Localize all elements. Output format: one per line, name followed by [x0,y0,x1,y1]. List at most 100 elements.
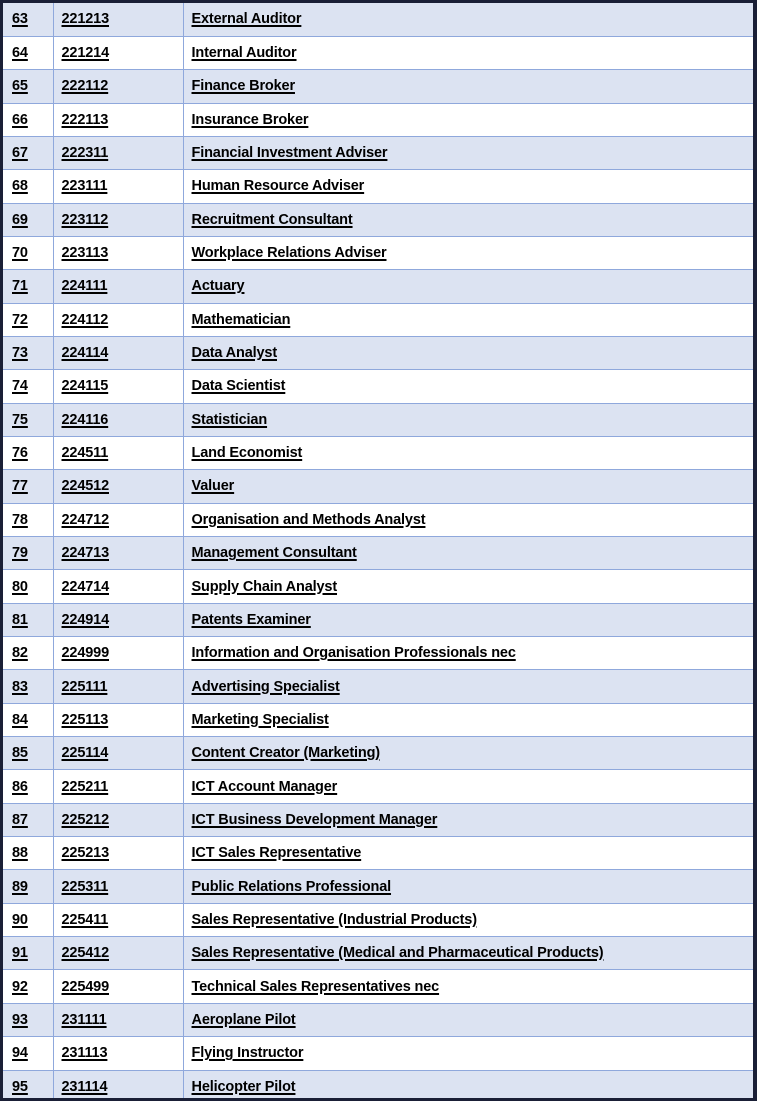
occupation-code-cell: 225412 [53,936,184,971]
occupation-code-cell-text: 221213 [61,11,110,28]
table-row: 89 225311 Public Relations Professional [3,869,753,904]
occupation-name-cell-text: Organisation and Methods Analyst [191,511,426,528]
occupation-name-cell-text: Workplace Relations Adviser [191,245,387,262]
row-index-cell-text: 86 [12,778,28,795]
occupation-code-cell: 224114 [53,336,184,371]
occupation-code-cell: 224914 [53,603,184,638]
occupation-name-cell-text: Recruitment Consultant [191,211,353,228]
occupation-name-cell: External Auditor [183,3,753,37]
occupation-table-frame: 63 221213 External Auditor 64 221214 Internal… [0,0,757,1101]
occupation-name-cell: Valuer [183,469,753,504]
row-index-cell-text: 89 [12,878,28,895]
occupation-name-cell-text: ICT Sales Representative [191,845,362,862]
occupation-name-cell-text: Data Scientist [191,378,286,395]
table-row: 76 224511 Land Economist [3,436,753,471]
occupation-code-cell: 224111 [53,269,184,304]
table-row: 93 231111 Aeroplane Pilot [3,1003,753,1038]
occupation-name-cell: Land Economist [183,436,753,471]
occupation-code-cell: 224115 [53,369,184,404]
occupation-code-cell: 222311 [53,136,184,171]
occupation-name-cell-text: Data Analyst [191,345,278,362]
occupation-code-cell: 224999 [53,636,184,671]
occupation-code-cell-text: 224511 [61,445,109,462]
row-index-cell: 64 [3,36,54,71]
occupation-name-cell: ICT Business Development Manager [183,803,753,838]
occupation-name-cell: Insurance Broker [183,103,753,137]
occupation-code-cell: 224512 [53,469,184,504]
occupation-name-cell: Patents Examiner [183,603,753,638]
table-row: 66 222113 Insurance Broker [3,103,753,137]
occupation-code-cell-text: 224999 [61,645,110,662]
occupation-code-cell: 223113 [53,236,184,271]
table-row: 84 225113 Marketing Specialist [3,703,753,738]
row-index-cell: 69 [3,203,54,237]
row-index-cell-text: 75 [12,411,28,428]
row-index-cell: 82 [3,636,54,671]
occupation-name-cell: Mathematician [183,303,753,337]
occupation-name-cell-text: External Auditor [191,11,302,28]
occupation-name-cell-text: Statistician [191,411,268,428]
occupation-code-cell-text: 225411 [61,911,109,928]
row-index-cell-text: 82 [12,645,28,662]
occupation-name-cell: Sales Representative (Medical and Pharma… [183,936,753,971]
table-row: 73 224114 Data Analyst [3,336,753,371]
row-index-cell: 91 [3,936,54,971]
occupation-code-cell: 225311 [53,869,184,904]
occupation-name-cell-text: Technical Sales Representatives nec [191,978,440,995]
occupation-code-cell: 222113 [53,103,184,137]
occupation-code-cell-text: 224115 [61,378,109,395]
occupation-code-cell-text: 225111 [61,678,108,695]
row-index-cell: 88 [3,836,54,871]
occupation-name-cell-text: Valuer [191,478,235,495]
table-row: 88 225213 ICT Sales Representative [3,836,753,871]
occupation-name-cell: Sales Representative (Industrial Product… [183,903,753,938]
row-index-cell-text: 63 [12,11,28,28]
row-index-cell: 92 [3,969,54,1004]
occupation-code-cell-text: 225211 [61,778,109,795]
occupation-code-cell-text: 224116 [61,411,109,428]
row-index-cell: 87 [3,803,54,838]
row-index-cell: 80 [3,569,54,604]
row-index-cell-text: 92 [12,978,28,995]
row-index-cell-text: 77 [12,478,28,495]
row-index-cell-text: 70 [12,245,28,262]
occupation-name-cell-text: Content Creator (Marketing) [191,745,381,762]
occupation-table: 63 221213 External Auditor 64 221214 Internal… [3,3,753,1098]
occupation-name-cell-text: ICT Business Development Manager [191,811,438,828]
occupation-code-cell-text: 231114 [61,1078,108,1095]
row-index-cell-text: 85 [12,745,28,762]
occupation-name-cell-text: Management Consultant [191,545,357,562]
table-row: 72 224112 Mathematician [3,303,753,337]
row-index-cell-text: 90 [12,911,28,928]
occupation-name-cell: Supply Chain Analyst [183,569,753,604]
row-index-cell: 89 [3,869,54,904]
table-row: 82 224999 Information and Organisation Pro… [3,636,753,671]
table-row: 74 224115 Data Scientist [3,369,753,404]
occupation-name-cell-text: Land Economist [191,445,303,462]
occupation-code-cell-text: 231113 [61,1045,108,1062]
table-row: 78 224712 Organisation and Methods Analyst [3,503,753,538]
table-row: 86 225211 ICT Account Manager [3,769,753,804]
occupation-code-cell: 225212 [53,803,184,838]
occupation-code-cell-text: 223111 [61,178,108,195]
occupation-code-cell: 222112 [53,69,184,104]
occupation-code-cell-text: 225114 [61,745,109,762]
occupation-name-cell-text: Information and Organisation Professiona… [191,645,516,662]
occupation-name-cell-text: Aeroplane Pilot [191,1011,296,1028]
row-index-cell: 81 [3,603,54,638]
row-index-cell-text: 74 [12,378,28,395]
occupation-name-cell-text: Flying Instructor [191,1045,304,1062]
occupation-code-cell: 225111 [53,669,184,704]
occupation-name-cell: Finance Broker [183,69,753,104]
occupation-name-cell: Data Analyst [183,336,753,371]
occupation-name-cell: Content Creator (Marketing) [183,736,753,771]
occupation-name-cell-text: Sales Representative (Industrial Product… [191,911,478,928]
occupation-name-cell-text: Public Relations Professional [191,878,392,895]
table-row: 79 224713 Management Consultant [3,536,753,571]
occupation-code-cell-text: 224111 [61,278,108,295]
occupation-code-cell: 224511 [53,436,184,471]
row-index-cell: 74 [3,369,54,404]
occupation-name-cell: Recruitment Consultant [183,203,753,237]
occupation-code-cell-text: 222112 [61,78,109,95]
occupation-code-cell-text: 224713 [61,545,110,562]
